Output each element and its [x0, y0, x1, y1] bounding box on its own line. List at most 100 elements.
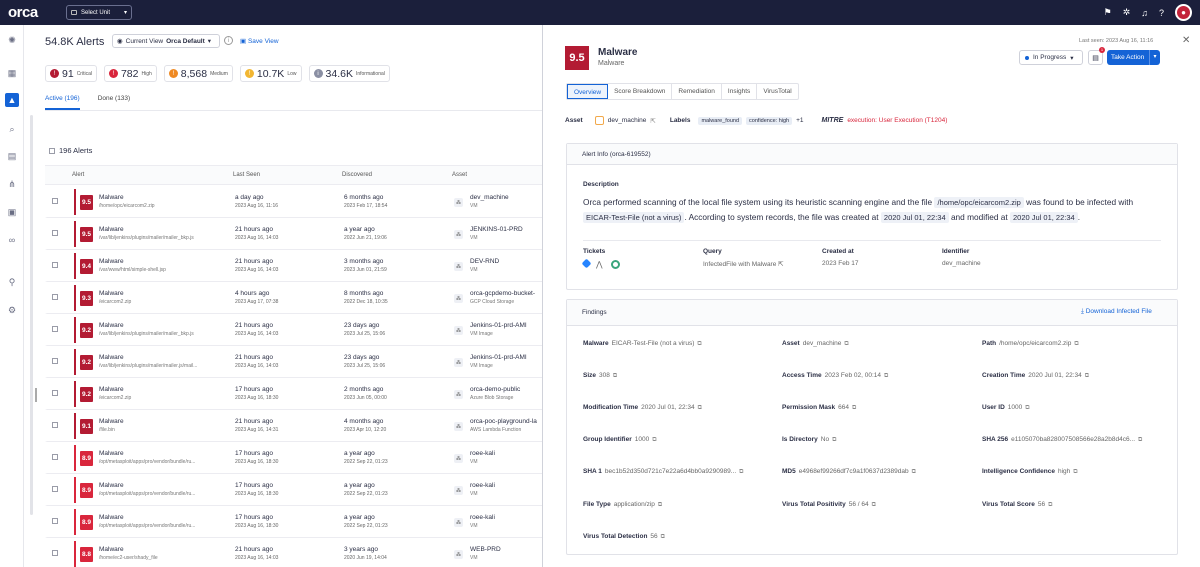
- help-icon[interactable]: ?: [1159, 8, 1164, 18]
- compliance-icon[interactable]: ▣: [5, 205, 19, 219]
- row-checkbox[interactable]: [52, 518, 58, 524]
- row-checkbox[interactable]: [52, 198, 58, 204]
- integrations-icon[interactable]: ⚲: [5, 275, 19, 289]
- row-checkbox[interactable]: [52, 262, 58, 268]
- copy-icon[interactable]: ⧉: [872, 502, 876, 508]
- copy-icon[interactable]: ⧉: [1048, 502, 1052, 508]
- copy-icon[interactable]: ⧉: [658, 502, 662, 508]
- copy-icon[interactable]: ⧉: [832, 437, 836, 443]
- unit-selector[interactable]: Select Unit ▾: [66, 5, 132, 20]
- asset-link[interactable]: dev_machine: [608, 117, 647, 124]
- save-view-button[interactable]: ▣ Save View: [240, 37, 279, 45]
- tab-score-breakdown[interactable]: Score Breakdown: [608, 84, 673, 99]
- table-row[interactable]: 9.5 Malware/home/opc/eicarcom2.zip a day a…: [45, 186, 545, 218]
- orca-logo[interactable]: orca: [8, 4, 56, 21]
- table-row[interactable]: 9.2 Malware/var/lib/jenkins/plugins/maile…: [45, 314, 545, 346]
- severity-high[interactable]: ! 782 High: [103, 65, 157, 82]
- col-alert[interactable]: Alert: [72, 172, 84, 178]
- close-icon[interactable]: ✕: [1182, 35, 1190, 46]
- asset-name[interactable]: DEV-RND: [470, 258, 499, 265]
- table-row[interactable]: 8.9 Malware/opt/metasploit/apps/pro/vendo…: [45, 442, 545, 474]
- table-row[interactable]: 8.9 Malware/opt/metasploit/apps/pro/vendo…: [45, 506, 545, 538]
- severity-critical[interactable]: ! 91 Critical: [45, 65, 97, 82]
- resize-handle[interactable]: [35, 388, 37, 402]
- table-row[interactable]: 8.8 Malware/home/ec2-user/shady_file 21 ho…: [45, 538, 545, 567]
- row-checkbox[interactable]: [52, 486, 58, 492]
- asset-name[interactable]: WEB-PRD: [470, 546, 501, 553]
- inventory-icon[interactable]: ▤: [5, 149, 19, 163]
- copy-icon[interactable]: ⧉: [912, 469, 916, 475]
- nav-scrollbar[interactable]: [30, 115, 33, 515]
- copy-icon[interactable]: ⧉: [1025, 405, 1029, 411]
- copy-icon[interactable]: ⧉: [852, 405, 856, 411]
- external-link-icon[interactable]: ⇱: [650, 117, 655, 125]
- tab-done[interactable]: Done (133): [98, 95, 131, 110]
- row-checkbox[interactable]: [52, 294, 58, 300]
- tab-active[interactable]: Active (196): [45, 95, 80, 110]
- asset-name[interactable]: dev_machine: [470, 194, 509, 201]
- col-asset[interactable]: Asset: [452, 172, 467, 178]
- graph-icon[interactable]: ⋔: [5, 177, 19, 191]
- table-row[interactable]: 9.2 Malware/var/lib/jenkins/plugins/maile…: [45, 346, 545, 378]
- tab-overview[interactable]: Overview: [567, 84, 609, 99]
- copy-icon[interactable]: ⧉: [1085, 373, 1089, 379]
- copy-icon[interactable]: ⧉: [652, 437, 656, 443]
- servicenow-icon[interactable]: [611, 260, 620, 269]
- table-row[interactable]: 9.5 Malware/var/lib/jenkins/plugins/maile…: [45, 218, 545, 250]
- copy-icon[interactable]: ⧉: [697, 341, 701, 347]
- copy-icon[interactable]: ⧉: [661, 534, 665, 540]
- copy-icon[interactable]: ⧉: [844, 341, 848, 347]
- row-checkbox[interactable]: [52, 422, 58, 428]
- info-icon[interactable]: i: [224, 36, 233, 45]
- copy-icon[interactable]: ⧉: [1138, 437, 1142, 443]
- table-row[interactable]: 9.3 Malware/eicarcom2.zip 4 hours ago 2023 …: [45, 282, 545, 314]
- glasses-icon[interactable]: ∞: [5, 233, 19, 247]
- select-all-checkbox[interactable]: [49, 147, 55, 154]
- external-link-icon[interactable]: ⇱: [778, 261, 783, 268]
- alerts-icon[interactable]: ▲: [5, 93, 19, 107]
- asset-name[interactable]: orca-poc-playground-la: [470, 418, 537, 425]
- copy-icon[interactable]: ⧉: [1074, 341, 1078, 347]
- row-checkbox[interactable]: [52, 358, 58, 364]
- col-last-seen[interactable]: Last Seen: [233, 172, 260, 178]
- copy-icon[interactable]: ⧉: [739, 469, 743, 475]
- table-row[interactable]: 9.4 Malware/var/www/html/simple-shell.jsp…: [45, 250, 545, 282]
- asset-name[interactable]: roee-kali: [470, 514, 495, 521]
- flag-icon[interactable]: ⚑: [1104, 7, 1112, 18]
- copy-icon[interactable]: ⧉: [884, 373, 888, 379]
- row-checkbox[interactable]: [52, 550, 58, 556]
- asset-name[interactable]: roee-kali: [470, 450, 495, 457]
- search-icon[interactable]: ⌕: [5, 122, 19, 136]
- grid-icon[interactable]: ▦: [5, 66, 19, 80]
- asset-name[interactable]: roee-kali: [470, 482, 495, 489]
- download-infected-file-button[interactable]: ⤓ Download Infected File: [1081, 308, 1152, 316]
- severity-informational[interactable]: i 34.6K Informational: [308, 65, 390, 82]
- label-tag[interactable]: confidence: high: [746, 116, 793, 125]
- jira-icon[interactable]: [581, 258, 592, 269]
- bug-icon[interactable]: ✲: [1123, 7, 1131, 18]
- asset-name[interactable]: orca-demo-public: [470, 386, 520, 393]
- table-row[interactable]: 9.2 Malware/eicarcom2.zip 17 hours ago 2023…: [45, 378, 545, 410]
- mitre-technique[interactable]: execution: User Execution (T1204): [847, 117, 947, 124]
- table-row[interactable]: 8.9 Malware/opt/metasploit/apps/pro/vendo…: [45, 474, 545, 506]
- bell-icon[interactable]: ♫: [1141, 8, 1148, 18]
- dashboard-icon[interactable]: ✺: [5, 33, 19, 47]
- table-row[interactable]: 9.1 Malware/file.bin 21 hours ago 2023 Aug …: [45, 410, 545, 442]
- view-selector[interactable]: ◉ Current View Orca Default ▾: [112, 34, 220, 48]
- copy-icon[interactable]: ⧉: [698, 405, 702, 411]
- azure-devops-icon[interactable]: ⋀: [596, 260, 605, 269]
- row-checkbox[interactable]: [52, 326, 58, 332]
- asset-name[interactable]: Jenkins-01-prd-AMI: [470, 354, 527, 361]
- row-checkbox[interactable]: [52, 230, 58, 236]
- asset-name[interactable]: Jenkins-01-prd-AMI: [470, 322, 527, 329]
- asset-name[interactable]: orca-gcpdemo-bucket-: [470, 290, 535, 297]
- label-tag[interactable]: malware_found: [698, 116, 743, 125]
- severity-medium[interactable]: ! 8,568 Medium: [163, 65, 233, 82]
- status-dropdown[interactable]: In Progress ▾: [1019, 50, 1083, 65]
- asset-name[interactable]: JENKINS-01-PRD: [470, 226, 523, 233]
- row-checkbox[interactable]: [52, 454, 58, 460]
- copy-icon[interactable]: ⧉: [1073, 469, 1077, 475]
- labels-more[interactable]: +1: [796, 117, 803, 124]
- severity-low[interactable]: ! 10.7K Low: [239, 65, 302, 82]
- copy-icon[interactable]: ⧉: [613, 373, 617, 379]
